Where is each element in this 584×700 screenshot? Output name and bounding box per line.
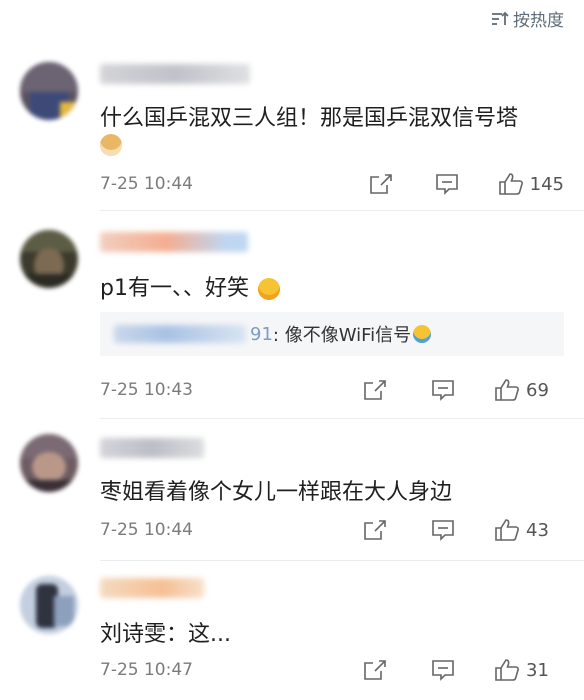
- like-count: 31: [526, 659, 549, 681]
- thumbs-up-icon: [498, 173, 523, 195]
- comment-item: 刘诗雯：这... 7-25 10:47 31: [0, 560, 584, 700]
- doge-emoji: [100, 134, 122, 156]
- divider: [100, 418, 584, 419]
- username-blurred[interactable]: [100, 232, 248, 252]
- share-button[interactable]: [362, 659, 388, 681]
- comment-icon: [432, 660, 454, 681]
- share-icon: [364, 520, 386, 540]
- thumbs-up-icon: [495, 379, 519, 401]
- comment-text: p1有一、、好笑: [100, 270, 280, 302]
- username-blurred[interactable]: [100, 578, 204, 598]
- comment-button[interactable]: [434, 173, 460, 195]
- avatar[interactable]: [20, 434, 78, 492]
- thumbs-up-icon: [495, 519, 519, 541]
- username-blurred[interactable]: [100, 64, 250, 84]
- comment-item: p1有一、、好笑 91 : 像不像WiFi信号 7-25 10:43 69: [0, 210, 584, 420]
- like-button[interactable]: 31: [494, 658, 564, 682]
- comment-text: 枣姐看着像个女儿一样跟在大人身边: [100, 480, 453, 505]
- avatar[interactable]: [20, 576, 78, 634]
- comment-button[interactable]: [430, 379, 456, 401]
- laughing-tears-emoji: [413, 325, 432, 343]
- comment-text: 刘诗雯：这...: [100, 622, 231, 647]
- share-button[interactable]: [368, 173, 394, 195]
- comment-text: 什么国乒混双三人组！那是国乒混双信号塔: [100, 106, 519, 131]
- avatar[interactable]: [20, 230, 78, 288]
- comment-icon: [435, 174, 458, 195]
- like-count: 43: [526, 519, 549, 541]
- thumbs-up-icon: [495, 659, 519, 681]
- comment-time: 7-25 10:44: [100, 520, 193, 540]
- share-icon: [364, 660, 386, 680]
- covering-mouth-laugh-emoji: [257, 278, 280, 300]
- comment-time: 7-25 10:44: [100, 174, 193, 194]
- share-button[interactable]: [362, 379, 388, 401]
- comment-time: 7-25 10:47: [100, 660, 193, 680]
- reply-username-suffix: 91: [250, 323, 273, 345]
- reply-preview[interactable]: 91 : 像不像WiFi信号: [100, 312, 564, 356]
- reply-username-blurred[interactable]: [114, 325, 246, 343]
- reply-text: : 像不像WiFi信号: [272, 325, 412, 346]
- comment-item: 枣姐看着像个女儿一样跟在大人身边 7-25 10:44 43: [0, 420, 584, 561]
- username-blurred[interactable]: [100, 438, 204, 458]
- comment-time: 7-25 10:43: [100, 380, 193, 400]
- share-icon: [364, 380, 386, 400]
- like-count: 69: [526, 379, 549, 401]
- comment-button[interactable]: [430, 519, 456, 541]
- like-count: 145: [529, 173, 564, 195]
- share-icon: [369, 174, 392, 194]
- share-button[interactable]: [362, 519, 388, 541]
- avatar[interactable]: [20, 62, 78, 120]
- comment-item: 什么国乒混双三人组！那是国乒混双信号塔 7-25 10:44 145: [0, 0, 584, 211]
- like-button[interactable]: 43: [494, 518, 564, 542]
- comment-icon: [432, 520, 454, 541]
- like-button[interactable]: 145: [498, 172, 564, 196]
- like-button[interactable]: 69: [494, 378, 564, 402]
- comment-button[interactable]: [430, 659, 456, 681]
- comment-icon: [432, 380, 454, 401]
